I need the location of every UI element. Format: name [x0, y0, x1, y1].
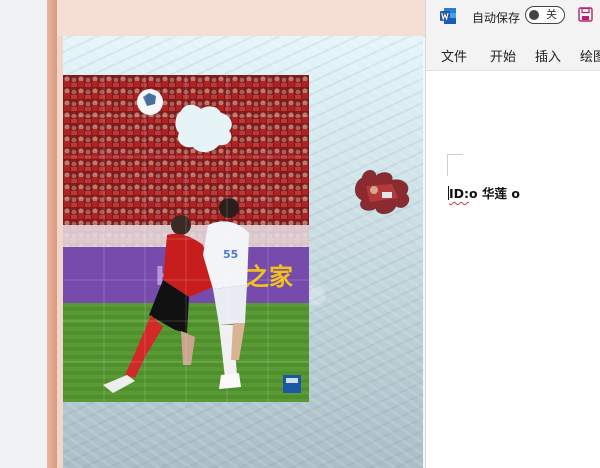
- jersey-number: 55: [223, 248, 238, 261]
- word-window: 自动保存 关 文件 开始 插入 绘图 ID:o 华莲 o: [425, 0, 600, 468]
- ribbon-tabs: 文件 开始 插入 绘图: [426, 34, 600, 71]
- puzzle-app-header: [57, 0, 425, 37]
- window-border: [47, 0, 57, 468]
- doc-text-rest: o 华莲 o: [469, 186, 520, 201]
- svg-text:之家: 之家: [245, 263, 293, 291]
- autosave-label: 自动保存: [472, 11, 521, 25]
- desktop-gutter: [0, 0, 47, 468]
- word-title-bar: 自动保存 关: [426, 0, 600, 34]
- autosave-toggle[interactable]: 关: [525, 6, 565, 24]
- tab-draw[interactable]: 绘图: [580, 46, 600, 65]
- document-body-text[interactable]: ID:o 华莲 o: [448, 183, 520, 202]
- margin-marker-corner: [447, 154, 463, 155]
- doc-text-id: ID:: [449, 186, 470, 201]
- loose-puzzle-piece[interactable]: [352, 164, 414, 216]
- puzzle-image[interactable]: H 之家 55: [63, 75, 309, 402]
- save-icon[interactable]: [578, 7, 593, 22]
- autosave-state: 关: [546, 8, 557, 21]
- tab-file[interactable]: 文件: [441, 46, 467, 65]
- toggle-knob: [529, 10, 539, 20]
- word-app-icon[interactable]: [439, 7, 457, 25]
- margin-marker: [447, 154, 448, 176]
- tab-home[interactable]: 开始: [490, 46, 516, 65]
- tab-insert[interactable]: 插入: [535, 46, 561, 65]
